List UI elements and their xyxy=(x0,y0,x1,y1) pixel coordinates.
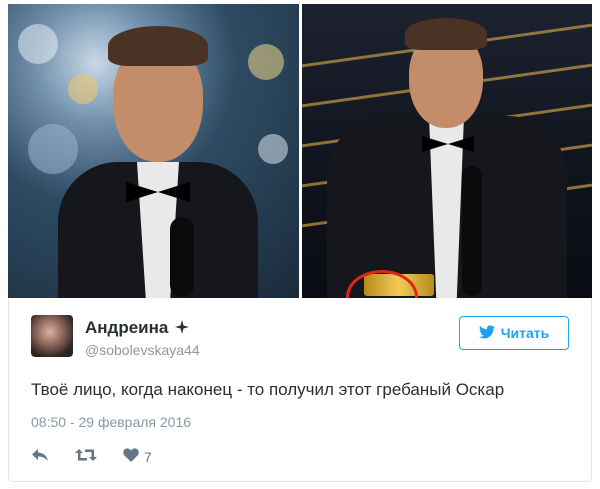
like-button[interactable]: 7 xyxy=(123,448,152,465)
username[interactable]: @sobolevskaya44 xyxy=(85,342,200,358)
tweet-card: Андреина @sobolevskaya44 Читать Твоё лиц… xyxy=(8,298,592,482)
follow-button[interactable]: Читать xyxy=(459,316,569,350)
display-name-text: Андреина xyxy=(85,318,169,337)
tweet-timestamp[interactable]: 08:50 - 29 февраля 2016 xyxy=(31,414,191,430)
reply-button[interactable] xyxy=(31,448,49,465)
display-name[interactable]: Андреина xyxy=(85,318,190,339)
avatar[interactable] xyxy=(31,315,73,357)
photo-right[interactable] xyxy=(301,4,592,298)
heart-icon xyxy=(123,448,139,465)
reply-icon xyxy=(31,448,49,465)
tweet-media[interactable] xyxy=(8,4,592,298)
like-count: 7 xyxy=(144,448,152,465)
twitter-bird-icon xyxy=(478,324,495,342)
tweet-actions: 7 xyxy=(31,448,152,465)
photo-left[interactable] xyxy=(8,4,299,298)
retweet-icon xyxy=(75,448,97,465)
follow-button-label: Читать xyxy=(500,325,550,341)
person-left xyxy=(58,22,258,298)
person-right xyxy=(326,16,567,298)
cross-star-icon xyxy=(175,319,190,339)
retweet-button[interactable] xyxy=(75,448,97,465)
tweet-text: Твоё лицо, когда наконец - то получил эт… xyxy=(31,380,505,399)
